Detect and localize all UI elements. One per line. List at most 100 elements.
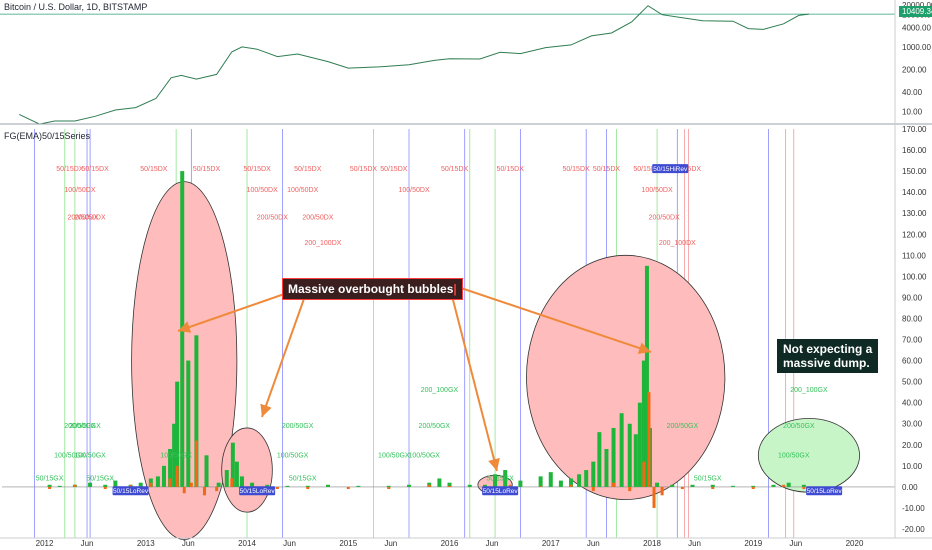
price-tick-label: 40.00 <box>902 88 923 97</box>
death-cross-marker: 100/50DX <box>247 187 278 194</box>
golden-cross-marker: 50/15GX <box>694 476 722 483</box>
green-hist-bar <box>437 478 442 487</box>
green-hist-bar <box>186 360 191 487</box>
osc-tick-label: 30.00 <box>902 420 923 429</box>
death-cross-marker: 50/15DX <box>350 166 378 173</box>
callout-text: Massive overbought bubbles <box>288 282 454 296</box>
price-tick-label: 4000.00 <box>902 24 931 33</box>
green-hist-bar <box>57 485 62 487</box>
death-cross-marker: 200_100DX <box>659 240 696 247</box>
death-cross-marker: 200_100DX <box>304 240 341 247</box>
osc-tick-label: 120.00 <box>902 230 927 239</box>
time-tick-label: 2017 <box>542 539 560 548</box>
green-hist-bar <box>538 476 543 487</box>
golden-cross-marker: 200_100GX <box>790 387 828 394</box>
reversal-badge-label: 50/15LoRev <box>807 488 843 495</box>
golden-cross-marker: 50/15GX <box>86 476 114 483</box>
orange-hist-bar <box>149 482 153 487</box>
orange-hist-bar <box>168 478 172 487</box>
osc-tick-label: 80.00 <box>902 314 923 323</box>
orange-hist-bar <box>103 486 107 489</box>
cursor-mark: | <box>453 282 457 296</box>
orange-hist-bar <box>647 392 651 487</box>
time-tick-label: 2016 <box>441 539 459 548</box>
green-hist-bar <box>633 434 638 487</box>
bubble-ellipse <box>526 254 726 500</box>
reversal-badge-label: 50/15LoRev <box>483 488 519 495</box>
green-hist-bar <box>47 484 52 487</box>
green-hist-bar <box>751 485 756 487</box>
osc-tick-label: 50.00 <box>902 378 923 387</box>
golden-cross-marker: 200/50GX <box>419 423 451 430</box>
orange-hist-bar <box>751 486 755 489</box>
death-cross-marker: 100/50DX <box>399 187 430 194</box>
orange-hist-bar <box>189 482 193 487</box>
death-cross-marker: 200/50DX <box>302 215 333 222</box>
death-cross-marker: 50/15DX <box>497 166 525 173</box>
orange-hist-bar <box>387 486 391 489</box>
green-hist-bar <box>467 484 472 487</box>
death-cross-marker: 50/15DX <box>140 166 168 173</box>
green-hist-bar <box>386 485 391 487</box>
orange-hist-bar <box>48 486 52 489</box>
green-hist-bar <box>103 484 108 487</box>
green-hist-bar <box>627 423 632 487</box>
orange-hist-bar <box>642 461 646 487</box>
green-hist-bar <box>518 480 523 487</box>
golden-cross-marker: 200_100GX <box>421 387 459 394</box>
bubbles-callout: Massive overbought bubbles| <box>282 278 463 300</box>
orange-hist-bar <box>202 486 206 496</box>
death-cross-marker: 100/50DX <box>641 187 672 194</box>
price-pane-title: Bitcoin / U.S. Dollar, 1D, BITSTAMP <box>4 2 148 12</box>
price-tick-label: 1000.00 <box>902 43 931 52</box>
golden-cross-marker: 100/50GX <box>378 452 410 459</box>
green-hist-bar <box>604 449 609 487</box>
death-cross-marker: 50/15DX <box>294 166 322 173</box>
death-cross-marker: 200/50DX <box>75 215 106 222</box>
bubble-ellipse <box>221 427 273 513</box>
orange-hist-bar <box>711 486 715 489</box>
osc-tick-label: 10.00 <box>902 462 923 471</box>
orange-hist-bar <box>680 486 684 489</box>
death-cross-marker: 200/50DX <box>257 215 288 222</box>
orange-hist-bar <box>569 484 573 487</box>
green-hist-bar <box>88 482 93 487</box>
time-tick-label: 2015 <box>339 539 357 548</box>
last-price-badge: 10409.34 <box>899 6 932 17</box>
osc-tick-label: 90.00 <box>902 293 923 302</box>
golden-cross-marker: 200/50GX <box>667 423 699 430</box>
osc-tick-label: 60.00 <box>902 357 923 366</box>
osc-tick-label: -20.00 <box>902 525 925 534</box>
orange-hist-bar <box>782 484 786 487</box>
orange-hist-bar <box>275 486 279 489</box>
green-hist-bar <box>326 484 331 487</box>
time-tick-label: Jun <box>384 539 397 548</box>
osc-tick-label: 40.00 <box>902 399 923 408</box>
osc-tick-label: -10.00 <box>902 504 925 513</box>
time-tick-label: 2013 <box>137 539 155 548</box>
time-tick-label: 2012 <box>36 539 54 548</box>
orange-hist-bar <box>652 486 656 508</box>
green-hist-bar <box>558 480 563 487</box>
golden-cross-marker: 100/50GX <box>160 452 192 459</box>
note-line-1: Not expecting a <box>783 342 873 356</box>
green-hist-bar <box>356 485 361 487</box>
golden-cross-marker: 100/50GX <box>74 452 106 459</box>
green-hist-bar <box>224 470 229 487</box>
note-line-2: massive dump. <box>783 356 870 370</box>
orange-hist-bar <box>660 486 664 496</box>
green-hist-bar <box>801 484 806 487</box>
time-tick-label: Jun <box>688 539 701 548</box>
green-hist-bar <box>155 476 160 487</box>
green-hist-bar <box>655 482 660 487</box>
time-tick-label: Jun <box>283 539 296 548</box>
green-hist-bar <box>161 465 166 487</box>
outlook-note: Not expecting a massive dump. <box>777 339 879 373</box>
green-hist-bar <box>204 455 209 487</box>
green-hist-bar <box>637 402 642 487</box>
osc-tick-label: 110.00 <box>902 251 926 260</box>
death-cross-marker: 50/15DX <box>82 166 110 173</box>
osc-tick-label: 70.00 <box>902 336 923 345</box>
price-tick-label: 10.00 <box>902 107 923 116</box>
death-cross-marker: 50/15DX <box>380 166 408 173</box>
